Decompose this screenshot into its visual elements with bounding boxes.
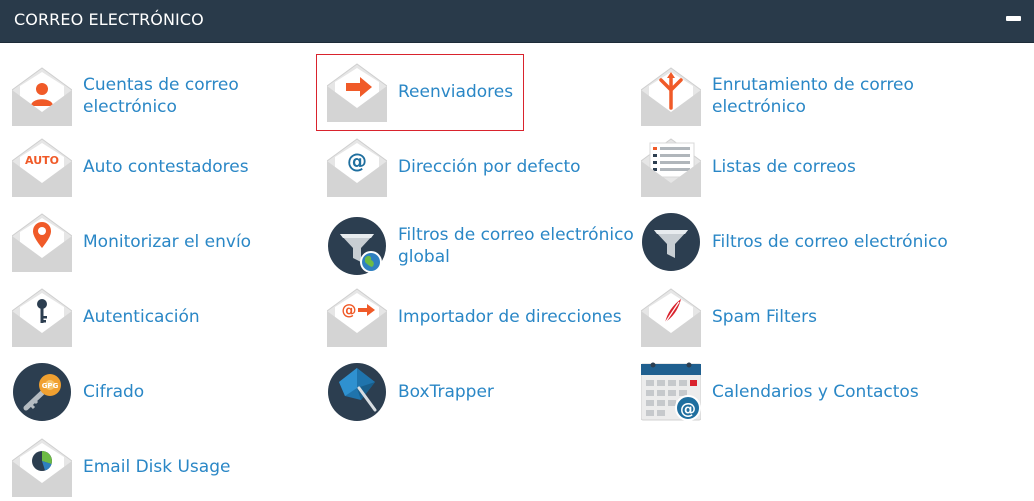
address-importer-icon: @ xyxy=(327,287,387,347)
forwarders-label: Reenviadores xyxy=(398,82,514,102)
forwarders-icon xyxy=(327,62,387,122)
email-disk-usage-icon xyxy=(12,437,72,497)
spam-filters-icon xyxy=(641,287,701,347)
panel-header[interactable]: CORREO ELECTRÓNICO xyxy=(0,0,1034,43)
authentication-icon xyxy=(12,287,72,347)
global-email-filters-link[interactable]: Filtros de correo electrónico global xyxy=(327,216,637,276)
at-badge: @ xyxy=(347,149,367,173)
autoresponders-link[interactable]: AUTO Auto contestadores xyxy=(12,137,272,197)
track-delivery-link[interactable]: Monitorizar el envío xyxy=(12,212,272,272)
email-filters-link[interactable]: Filtros de correo electrónico xyxy=(641,212,951,272)
mailing-lists-label: Listas de correos xyxy=(712,157,856,177)
mailing-lists-link[interactable]: Listas de correos xyxy=(641,137,881,197)
calendars-contacts-icon: @ xyxy=(641,362,701,422)
encryption-icon: GPG xyxy=(12,362,72,422)
gpg-badge: GPG xyxy=(42,382,59,390)
global-email-filters-label-2: global xyxy=(398,247,450,267)
email-accounts-link[interactable]: Cuentas de correo electrónico xyxy=(12,66,292,126)
address-importer-link[interactable]: @ Importador de direcciones xyxy=(327,287,627,347)
authentication-label: Autenticación xyxy=(83,307,200,327)
default-address-icon: @ xyxy=(327,137,387,197)
email-routing-link[interactable]: Enrutamiento de correo electrónico xyxy=(641,66,931,126)
boxtrapper-link[interactable]: BoxTrapper xyxy=(327,362,527,422)
calendars-contacts-link[interactable]: @ Calendarios y Contactos xyxy=(641,362,921,422)
email-panel: CORREO ELECTRÓNICO Cuentas de correo ele… xyxy=(0,0,1034,501)
autoresponders-icon: AUTO xyxy=(12,137,72,197)
importer-at-badge: @ xyxy=(342,301,357,319)
boxtrapper-label: BoxTrapper xyxy=(398,382,494,402)
auto-badge: AUTO xyxy=(25,154,59,167)
spam-filters-label: Spam Filters xyxy=(712,307,817,327)
email-routing-label-2: electrónico xyxy=(712,97,806,117)
panel-title: CORREO ELECTRÓNICO xyxy=(14,10,204,29)
address-importer-label: Importador de direcciones xyxy=(398,307,622,327)
email-filters-label: Filtros de correo electrónico xyxy=(712,232,948,252)
email-accounts-label-1: Cuentas de correo xyxy=(83,75,239,95)
email-filters-icon xyxy=(641,212,701,272)
authentication-link[interactable]: Autenticación xyxy=(12,287,242,347)
email-accounts-icon xyxy=(12,66,72,126)
email-disk-usage-label: Email Disk Usage xyxy=(83,457,231,477)
boxtrapper-icon xyxy=(327,362,387,422)
forwarders-link[interactable]: Reenviadores xyxy=(327,62,517,122)
track-delivery-label: Monitorizar el envío xyxy=(83,232,252,252)
default-address-link[interactable]: @ Dirección por defecto xyxy=(327,137,597,197)
global-email-filters-label-1: Filtros de correo electrónico xyxy=(398,225,634,245)
calendars-contacts-label: Calendarios y Contactos xyxy=(712,382,919,402)
email-accounts-label-2: electrónico xyxy=(83,97,177,117)
default-address-label: Dirección por defecto xyxy=(398,157,581,177)
email-disk-usage-link[interactable]: Email Disk Usage xyxy=(12,437,242,497)
autoresponders-label: Auto contestadores xyxy=(83,157,249,177)
mailing-lists-icon xyxy=(641,137,701,197)
global-email-filters-icon xyxy=(327,216,387,276)
email-routing-label-1: Enrutamiento de correo xyxy=(712,75,914,95)
encryption-label: Cifrado xyxy=(83,382,145,402)
track-delivery-icon xyxy=(12,212,72,272)
contacts-at-badge: @ xyxy=(680,399,696,418)
minus-icon[interactable] xyxy=(1006,16,1021,21)
email-routing-icon xyxy=(641,66,701,126)
encryption-link[interactable]: GPG Cifrado xyxy=(12,362,212,422)
spam-filters-link[interactable]: Spam Filters xyxy=(641,287,851,347)
